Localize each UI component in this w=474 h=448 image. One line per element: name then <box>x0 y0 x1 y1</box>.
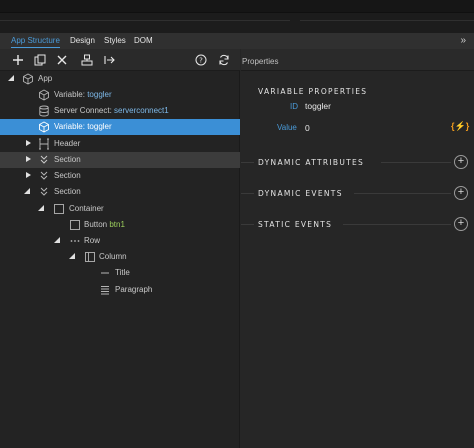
delete-icon[interactable] <box>54 52 70 68</box>
tab-design[interactable]: Design <box>70 36 95 45</box>
section-title-dynamic-events[interactable]: DYNAMIC EVENTS <box>258 189 343 198</box>
help-icon[interactable]: ? <box>193 52 209 68</box>
app-structure-panel: ? App Variable: toggler Server Connect: … <box>0 49 240 448</box>
divider <box>241 193 254 194</box>
expand-icon[interactable] <box>24 171 32 180</box>
tree-node-name: btn1 <box>109 220 125 229</box>
section-icon <box>38 186 50 198</box>
add-dynamic-event-button[interactable]: + <box>454 186 468 200</box>
panel-tabs: App Structure Design Styles DOM » <box>0 33 474 49</box>
tree-node-label: Title <box>115 268 130 277</box>
cube-icon <box>38 121 50 133</box>
window-toolbar-strip <box>0 13 474 33</box>
section-icon <box>38 154 50 166</box>
tree-node-label: Row <box>84 236 101 245</box>
tree-node-variable[interactable]: Variable: toggler <box>0 87 240 103</box>
tree-node-section[interactable]: Section <box>0 152 240 168</box>
component-icon[interactable] <box>79 52 95 68</box>
tree-node-label: Section <box>54 171 81 180</box>
tree-node-label: Section <box>54 187 81 196</box>
divider <box>381 162 451 163</box>
tree-node-label: Section <box>54 155 81 164</box>
tab-app-structure[interactable]: App Structure <box>11 36 60 48</box>
tree-node-label: Paragraph <box>115 285 153 294</box>
tree-node-container[interactable]: Container <box>0 201 240 217</box>
add-dynamic-attribute-button[interactable]: + <box>454 155 468 169</box>
cube-icon <box>22 73 34 85</box>
paragraph-icon <box>99 284 111 296</box>
tree-node-column[interactable]: Column <box>0 249 240 265</box>
row-icon <box>69 235 81 247</box>
add-icon[interactable] <box>10 52 26 68</box>
column-icon <box>84 251 96 263</box>
properties-title: Properties <box>242 57 279 66</box>
refresh-icon[interactable] <box>216 52 232 68</box>
tree-node-label: Variable: <box>54 90 88 99</box>
divider <box>300 20 474 21</box>
structure-toolbar: ? <box>0 49 240 71</box>
title-icon <box>99 267 111 279</box>
container-icon <box>53 203 65 215</box>
header-icon <box>38 138 50 150</box>
tree-node-name: toggler <box>87 90 112 99</box>
expand-icon[interactable] <box>24 139 32 148</box>
collapse-icon[interactable] <box>68 252 76 261</box>
copy-icon[interactable] <box>32 52 48 68</box>
divider <box>354 193 451 194</box>
tree-node-label: Container <box>69 204 104 213</box>
id-label: ID <box>290 102 298 111</box>
id-value-field[interactable]: toggler <box>305 101 331 111</box>
svg-text:?: ? <box>199 57 203 65</box>
tree-node-label: Column <box>99 252 127 261</box>
collapse-icon[interactable] <box>23 187 31 196</box>
value-label: Value <box>277 123 297 132</box>
tree-node-title[interactable]: Title <box>0 265 240 281</box>
tree-node-label: App <box>38 74 53 83</box>
expand-icon[interactable] <box>7 74 15 83</box>
tab-styles[interactable]: Styles <box>104 36 126 45</box>
tree-node-row[interactable]: Row <box>0 233 240 249</box>
add-static-event-button[interactable]: + <box>454 217 468 231</box>
tree-node-header[interactable]: Header <box>0 136 240 152</box>
section-title-static-events[interactable]: STATIC EVENTS <box>258 220 332 229</box>
value-field[interactable]: 0 <box>305 123 310 133</box>
collapse-icon[interactable] <box>37 204 45 213</box>
tree-node-app[interactable]: App <box>0 71 240 87</box>
insert-arrow-icon[interactable] <box>102 52 118 68</box>
section-icon <box>38 170 50 182</box>
tree-node-section[interactable]: Section <box>0 168 240 184</box>
window-titlebar <box>0 0 474 13</box>
tree-node-server-connect[interactable]: Server Connect: serverconnect1 <box>0 103 240 119</box>
divider <box>241 162 254 163</box>
properties-panel: Properties VARIABLE PROPERTIES ID toggle… <box>241 49 474 448</box>
tab-dom[interactable]: DOM <box>134 36 153 45</box>
tree-node-label: Variable: <box>54 122 88 131</box>
database-icon <box>38 105 50 117</box>
divider <box>343 224 451 225</box>
tree-node-name: toggler <box>87 122 112 131</box>
expand-icon[interactable] <box>24 155 32 164</box>
dynamic-data-button[interactable]: {⚡} <box>451 121 469 132</box>
section-title-variable-properties: VARIABLE PROPERTIES <box>258 87 368 96</box>
tree-node-button[interactable]: Button btn1 <box>0 217 240 233</box>
cube-icon <box>38 89 50 101</box>
tree-node-label: Server Connect: <box>54 106 115 115</box>
divider <box>0 20 290 21</box>
tree-node-paragraph[interactable]: Paragraph <box>0 282 240 298</box>
tree-node-label: Button <box>84 220 110 229</box>
tree-node-name: serverconnect1 <box>114 106 169 115</box>
tree-node-variable-selected[interactable]: Variable: toggler <box>0 119 240 135</box>
collapse-icon[interactable] <box>53 236 61 245</box>
tree-node-label: Header <box>54 139 81 148</box>
divider <box>241 224 254 225</box>
properties-header: Properties <box>241 49 474 71</box>
section-title-dynamic-attributes[interactable]: DYNAMIC ATTRIBUTES <box>258 158 364 167</box>
collapse-panel-icon[interactable]: » <box>460 35 465 46</box>
tree-node-section[interactable]: Section <box>0 184 240 200</box>
button-icon <box>69 219 81 231</box>
